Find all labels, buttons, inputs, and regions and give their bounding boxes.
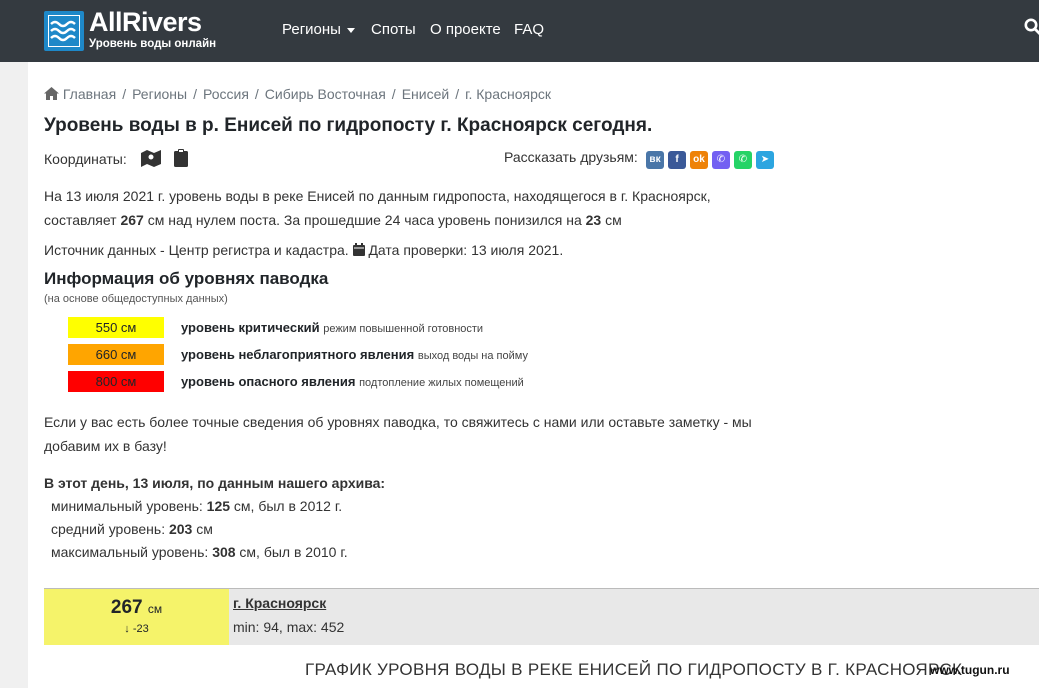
nav-spots[interactable]: Споты	[371, 21, 416, 38]
flood-level-critical-name: уровень критический	[181, 320, 320, 335]
flood-info-heading: Информация об уровнях паводка	[44, 269, 329, 288]
breadcrumb: Главная / Регионы / Россия / Сибирь Восточная /…	[44, 86, 551, 102]
nav-faq[interactable]: FAQ	[514, 21, 544, 38]
caret-down-icon	[346, 27, 355, 33]
flood-level-dangerous-note: подтопление жилых помещений	[359, 377, 524, 389]
flood-level-adverse-value-text: 660 см	[95, 347, 137, 362]
flood-level-dangerous-value: 800 см	[68, 371, 164, 392]
flood-level-critical-value-text: 550 см	[95, 320, 137, 335]
archive-avg: средний уровень: 203 см	[51, 521, 213, 537]
flood-level-critical-note: режим повышенной готовности	[323, 323, 484, 335]
nav-regions[interactable]: Регионы	[282, 21, 355, 38]
gauge-value-unit: см	[147, 602, 163, 616]
watermark: www.tugun.ru	[930, 663, 1010, 677]
flood-level-adverse-text: уровень неблагоприятного явления выход в…	[181, 347, 528, 362]
intro-paragraph: На 13 июля 2021 г. уровень воды в реке Е…	[44, 184, 711, 232]
vk-share-icon[interactable]: вк	[646, 151, 664, 169]
breadcrumb-regions[interactable]: Регионы	[132, 86, 187, 102]
intro-text-a: составляет	[44, 212, 121, 228]
gauge-diff: ↓ -23	[124, 623, 149, 635]
archive-min-label: минимальный уровень:	[51, 498, 207, 514]
source-line: Источник данных - Центр регистра и кадас…	[44, 238, 563, 262]
breadcrumb-krasnoyarsk: г. Красноярск	[465, 86, 551, 102]
nav-about[interactable]: О проекте	[430, 21, 501, 38]
viber-share-icon[interactable]: ✆	[712, 151, 730, 169]
intro-text-c: см	[601, 212, 622, 228]
archive-avg-label: средний уровень:	[51, 521, 169, 537]
flood-level-adverse-name: уровень неблагоприятного явления	[181, 347, 415, 362]
flood-info-subtitle: (на основе общедоступных данных)	[44, 293, 228, 305]
contact-line2: добавим их в базу!	[44, 438, 167, 454]
clipboard-icon[interactable]	[173, 149, 188, 167]
share-label: Рассказать друзьям:	[504, 149, 638, 165]
archive-min: минимальный уровень: 125 см, был в 2012 …	[51, 498, 342, 514]
archive-heading: В этот день, 13 июля, по данным нашего а…	[44, 475, 386, 491]
page-title: Уровень воды в р. Енисей по гидропосту г…	[44, 115, 653, 136]
nav-regions-label: Регионы	[282, 21, 341, 38]
gauge-station-link[interactable]: г. Красноярск	[233, 595, 326, 611]
contact-line1: Если у вас есть более точные сведения об…	[44, 414, 752, 430]
top-navbar: AllRivers Уровень воды онлайн Регионы Сп…	[0, 0, 1039, 62]
flood-level-critical-text: уровень критический режим повышенной гот…	[181, 320, 483, 335]
breadcrumb-siberia[interactable]: Сибирь Восточная	[265, 86, 386, 102]
flood-level-dangerous-name: уровень опасного явления	[181, 374, 356, 389]
intro-line1: На 13 июля 2021 г. уровень воды в реке Е…	[44, 188, 711, 204]
flood-level-critical-value: 550 см	[68, 317, 164, 338]
flood-level-dangerous-text: уровень опасного явления подтопление жил…	[181, 374, 524, 389]
archive-max-value: 308	[212, 544, 236, 560]
gauge-value: 267 см	[44, 597, 229, 619]
archive-avg-value: 203	[168, 521, 193, 537]
logo-title[interactable]: AllRivers	[89, 7, 202, 38]
archive-min-year: см, был в 2012 г.	[230, 498, 343, 514]
calendar-icon	[352, 243, 365, 256]
gauge-value-number: 267	[110, 597, 143, 618]
check-date: Дата проверки: 13 июля 2021.	[368, 242, 564, 258]
gauge-minmax: min: 94, max: 452	[233, 619, 345, 635]
archive-avg-unit: см	[192, 521, 213, 537]
home-icon	[44, 87, 59, 100]
gauge-row: 267 см ↓ -23 г. Красноярск min: 94, max:…	[44, 588, 1039, 645]
archive-max: максимальный уровень: 308 см, был в 2010…	[51, 544, 348, 560]
breadcrumb-russia[interactable]: Россия	[203, 86, 249, 102]
archive-min-value: 125	[206, 498, 231, 514]
level-change: 23	[585, 212, 602, 228]
whatsapp-share-icon[interactable]: ✆	[734, 151, 752, 169]
coordinates-label: Координаты:	[44, 151, 127, 167]
logo-icon[interactable]	[44, 11, 84, 51]
logo-subtitle: Уровень воды онлайн	[89, 38, 217, 50]
telegram-share-icon[interactable]: ➤	[756, 151, 774, 169]
search-icon[interactable]	[1024, 18, 1039, 36]
map-icon[interactable]	[140, 149, 161, 167]
breadcrumb-yenisei[interactable]: Енисей	[402, 86, 450, 102]
intro-text-b: см над нулем поста. За прошедшие 24 часа…	[143, 212, 586, 228]
source-text: Источник данных - Центр регистра и кадас…	[44, 242, 349, 258]
facebook-share-icon[interactable]: f	[668, 151, 686, 169]
flood-level-adverse-note: выход воды на пойму	[417, 350, 528, 362]
contact-paragraph: Если у вас есть более точные сведения об…	[44, 410, 752, 458]
flood-level-dangerous-value-text: 800 см	[95, 374, 137, 389]
archive-max-year: см, был в 2010 г.	[235, 544, 348, 560]
current-level: 267	[120, 212, 144, 228]
breadcrumb-home[interactable]: Главная	[63, 86, 116, 102]
flood-level-adverse-value: 660 см	[68, 344, 164, 365]
odnoklassniki-share-icon[interactable]: ok	[690, 151, 708, 169]
archive-max-label: максимальный уровень:	[51, 544, 213, 560]
chart-title: ГРАФИК УРОВНЯ ВОДЫ В РЕКЕ ЕНИСЕЙ ПО ГИДР…	[305, 660, 963, 679]
coordinates: Координаты:	[44, 149, 188, 167]
